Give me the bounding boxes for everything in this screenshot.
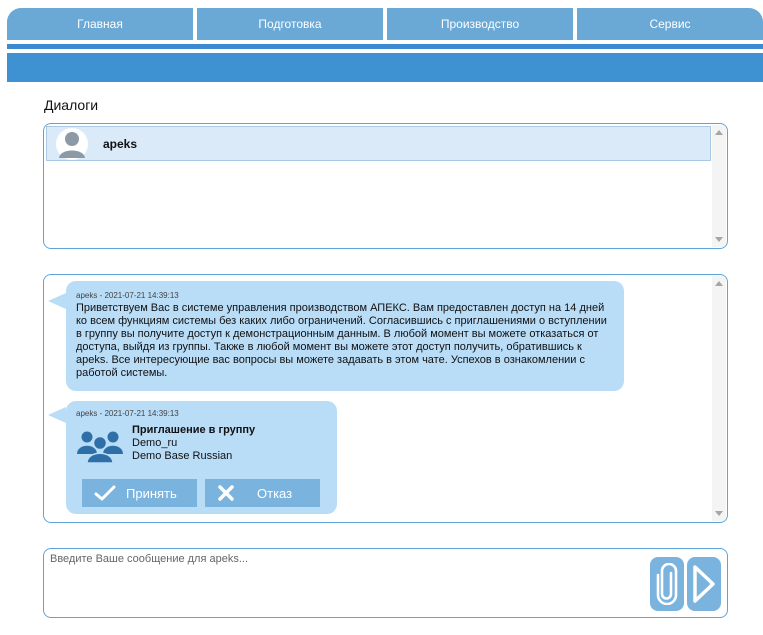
close-icon (218, 485, 234, 501)
invite-actions: Принять Отказ (82, 479, 320, 507)
chat-scrollbar[interactable] (712, 276, 726, 521)
invite-group-name: Demo Base Russian (132, 450, 233, 462)
user-avatar-icon (55, 127, 89, 161)
dialog-list-panel: apeks (43, 123, 728, 249)
dialog-item-name: apeks (103, 136, 138, 151)
play-arrow-icon (693, 565, 715, 603)
chat-panel: apeks - 2021-07-21 14:39:13 Приветствуем… (43, 274, 728, 523)
message-input[interactable] (50, 553, 640, 613)
nav-tab-preparation[interactable]: Подготовка (197, 8, 383, 40)
send-button[interactable] (687, 557, 721, 611)
scroll-up-icon[interactable] (715, 130, 723, 135)
decline-button-label: Отказ (257, 485, 293, 501)
scroll-up-icon[interactable] (715, 281, 723, 286)
invite-message-bubble: apeks - 2021-07-21 14:39:13 Приглашение … (48, 401, 337, 514)
accept-button-label: Принять (126, 485, 177, 501)
check-icon (94, 485, 116, 501)
decline-button[interactable]: Отказ (205, 479, 320, 507)
invite-title: Приглашение в группу (132, 424, 256, 436)
bubble-tail (48, 407, 66, 423)
invite-group-code: Demo_ru (132, 437, 178, 449)
nav-tab-home[interactable]: Главная (7, 8, 193, 40)
page-title: Диалоги (44, 97, 99, 113)
message-text: Приветствуем Вас в системе управления пр… (76, 302, 607, 379)
scroll-down-icon[interactable] (715, 237, 723, 242)
nav-divider-stripe (7, 44, 763, 49)
message-composer (43, 548, 728, 618)
nav-sub-band (7, 53, 763, 82)
nav-tab-production[interactable]: Производство (387, 8, 573, 40)
message-meta: apeks - 2021-07-21 14:39:13 (76, 409, 179, 418)
invite-info: Приглашение в группу Demo_ru Demo Base R… (132, 424, 255, 468)
attach-button[interactable] (650, 557, 684, 611)
paperclip-icon (656, 563, 678, 605)
scroll-down-icon[interactable] (715, 511, 723, 516)
nav-tab-service[interactable]: Сервис (577, 8, 763, 40)
message-bubble: apeks - 2021-07-21 14:39:13 Приветствуем… (48, 281, 624, 391)
accept-button[interactable]: Принять (82, 479, 197, 507)
top-nav: Главная Подготовка Производство Сервис (7, 8, 763, 40)
message-meta: apeks - 2021-07-21 14:39:13 (76, 291, 179, 300)
dialog-list-scrollbar[interactable] (712, 125, 726, 247)
group-invite: Приглашение в группу Demo_ru Demo Base R… (76, 424, 327, 468)
bubble-tail (48, 293, 66, 309)
group-users-icon (76, 428, 124, 468)
dialog-item-apeks[interactable]: apeks (46, 126, 711, 161)
